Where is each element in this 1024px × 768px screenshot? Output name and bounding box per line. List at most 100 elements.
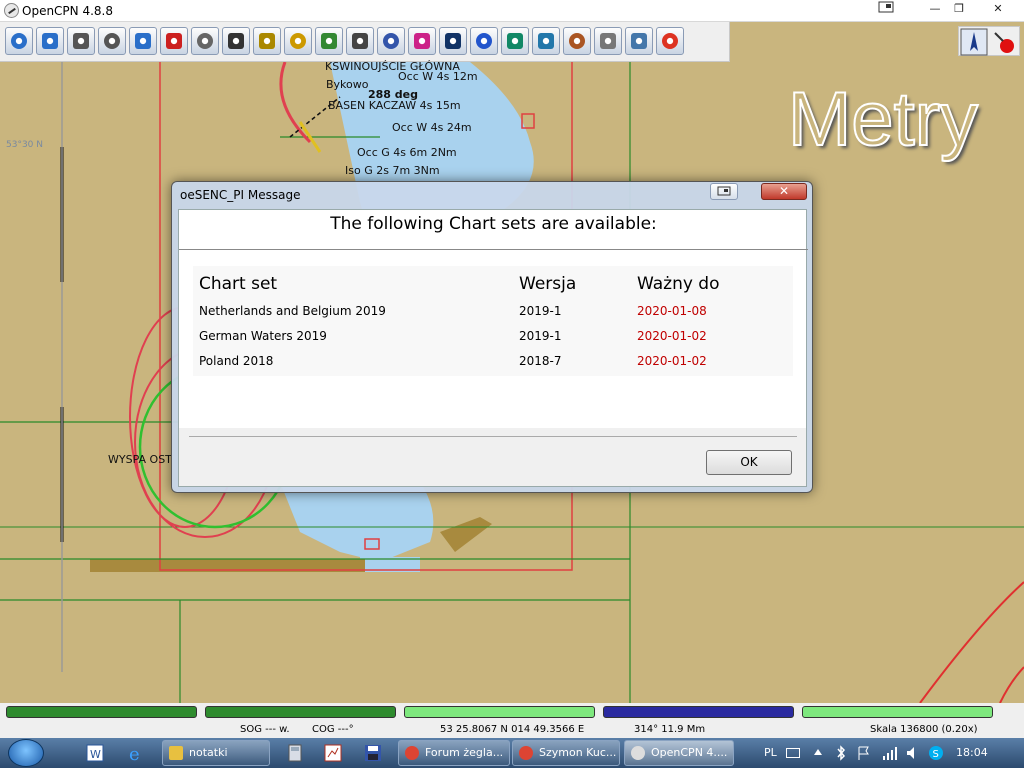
globe-button[interactable] [532, 27, 560, 55]
ais-button[interactable] [315, 27, 343, 55]
table-cell-set: Poland 2018 [199, 354, 274, 368]
lifebuoy-button[interactable] [656, 27, 684, 55]
window-title: OpenCPN 4.8.8 [22, 4, 113, 18]
clock[interactable]: 18:04 [956, 746, 988, 759]
windows-taskbar: W e notatki Forum żegla... Szymon Kuc...… [0, 738, 1024, 768]
close-button[interactable]: ✕ [984, 1, 1012, 18]
plugin-button[interactable] [594, 27, 622, 55]
volume-icon[interactable] [906, 745, 920, 761]
dialog-close-button[interactable]: ✕ [761, 183, 807, 200]
chart-label: BASEN KACZAW 4s 15m [328, 99, 461, 112]
chevron-up-icon[interactable] [814, 749, 822, 755]
follow-ship-button[interactable] [160, 27, 188, 55]
compass-widget[interactable] [958, 26, 1020, 56]
bluetooth-icon[interactable] [836, 745, 846, 761]
word-icon[interactable]: W [84, 742, 108, 764]
chart-quilt-down-button[interactable] [67, 27, 95, 55]
route-manager-button[interactable] [377, 27, 405, 55]
calculator-icon[interactable] [284, 742, 308, 764]
oesenc-message-dialog: oeSENC_PI Message ✕ The following Chart … [171, 181, 813, 493]
column-header: Ważny do [637, 274, 720, 294]
svg-text:S: S [933, 749, 939, 760]
chrome-icon [405, 746, 419, 760]
column-header: Chart set [199, 274, 278, 294]
svg-text:e: e [129, 744, 140, 764]
text-toggle-button[interactable] [222, 27, 250, 55]
column-header: Wersja [519, 274, 577, 294]
depth-unit-watermark: Metry [787, 76, 979, 163]
chart-label: Iso G 2s 7m 3Nm [345, 164, 440, 177]
network-icon[interactable] [882, 745, 898, 761]
taskbar-item-opencpn[interactable]: OpenCPN 4.... [624, 740, 734, 766]
chrome-icon [519, 746, 533, 760]
maximize-button[interactable]: ❐ [945, 1, 973, 18]
main-toolbar [0, 22, 730, 62]
latitude-label: 53°30 N [6, 140, 43, 150]
settings-wrench-icon [197, 33, 213, 49]
chart-label: Occ W 4s 12m [398, 70, 478, 83]
ais-icon [321, 33, 337, 49]
start-button[interactable] [8, 739, 44, 767]
zoom-out-button[interactable] [36, 27, 64, 55]
chart-quilt-up-button[interactable] [98, 27, 126, 55]
bearing-distance-readout: 314° 11.9 Mm [634, 724, 706, 735]
track-icon [414, 33, 430, 49]
route-icon [135, 33, 151, 49]
ok-button[interactable]: OK [706, 450, 792, 475]
screen-icon [878, 1, 894, 13]
internet-explorer-icon[interactable]: e [126, 742, 150, 765]
mob-target-button[interactable] [501, 27, 529, 55]
opencpn-app-icon [631, 746, 645, 760]
route-button[interactable] [129, 27, 157, 55]
lifebuoy-icon [662, 33, 678, 49]
grib-icon [631, 33, 647, 49]
language-indicator[interactable]: PL [764, 746, 777, 759]
pencil-mark-button[interactable] [253, 27, 281, 55]
dialog-heading: The following Chart sets are available: [330, 214, 657, 234]
table-cell-set: German Waters 2019 [199, 329, 327, 343]
cursor-position-readout: 53 25.8067 N 014 49.3566 E [440, 724, 585, 735]
settings-wrench-button[interactable] [191, 27, 219, 55]
save-disk-icon[interactable] [362, 742, 386, 764]
color-scheme-button[interactable] [439, 27, 467, 55]
skype-icon[interactable]: S [928, 745, 944, 761]
chart-sets-table: Chart set Wersja Ważny do Netherlands an… [193, 266, 793, 376]
table-cell-valid: 2020-01-02 [637, 354, 707, 368]
zoom-in-button[interactable] [5, 27, 33, 55]
status-bar: SOG --- w. COG ---° 53 25.8067 N 014 49.… [0, 703, 1024, 738]
taskbar-item-notatki[interactable]: notatki [162, 740, 270, 766]
cog-readout: COG ---° [312, 724, 354, 735]
presentation-icon[interactable] [322, 742, 346, 764]
flag-icon[interactable] [856, 745, 870, 761]
chart-label: Occ G 4s 6m 2Nm [357, 146, 457, 159]
text-toggle-icon [228, 33, 244, 49]
restore-small-button[interactable] [872, 1, 900, 18]
status-segment [404, 706, 595, 718]
help-button[interactable] [470, 27, 498, 55]
tide-current-button[interactable] [284, 27, 312, 55]
svg-text:W: W [90, 748, 101, 761]
route-manager-icon [383, 33, 399, 49]
status-segment [802, 706, 993, 718]
globe-icon [538, 33, 554, 49]
keyboard-icon[interactable] [786, 747, 800, 759]
taskbar-item-szymon[interactable]: Szymon Kuc... [512, 740, 620, 766]
grib-button[interactable] [625, 27, 653, 55]
print-button[interactable] [346, 27, 374, 55]
screen-icon [717, 186, 731, 196]
folder-icon [169, 746, 183, 760]
footer-divider [189, 436, 797, 437]
pencil-mark-icon [259, 33, 275, 49]
color-scheme-icon [445, 33, 461, 49]
dialog-title: oeSENC_PI Message [180, 188, 301, 202]
dialog-screen-button[interactable] [710, 183, 738, 200]
dashboard-button[interactable] [563, 27, 591, 55]
chart-scale-readout: Skala 136800 (0.20x) [870, 724, 978, 735]
taskbar-item-forum[interactable]: Forum żegla... [398, 740, 510, 766]
system-tray: PL S 18:04 [756, 738, 1024, 768]
print-icon [352, 33, 368, 49]
opencpn-app-icon [4, 3, 19, 18]
plugin-icon [600, 33, 616, 49]
status-segment [6, 706, 197, 718]
track-button[interactable] [408, 27, 436, 55]
